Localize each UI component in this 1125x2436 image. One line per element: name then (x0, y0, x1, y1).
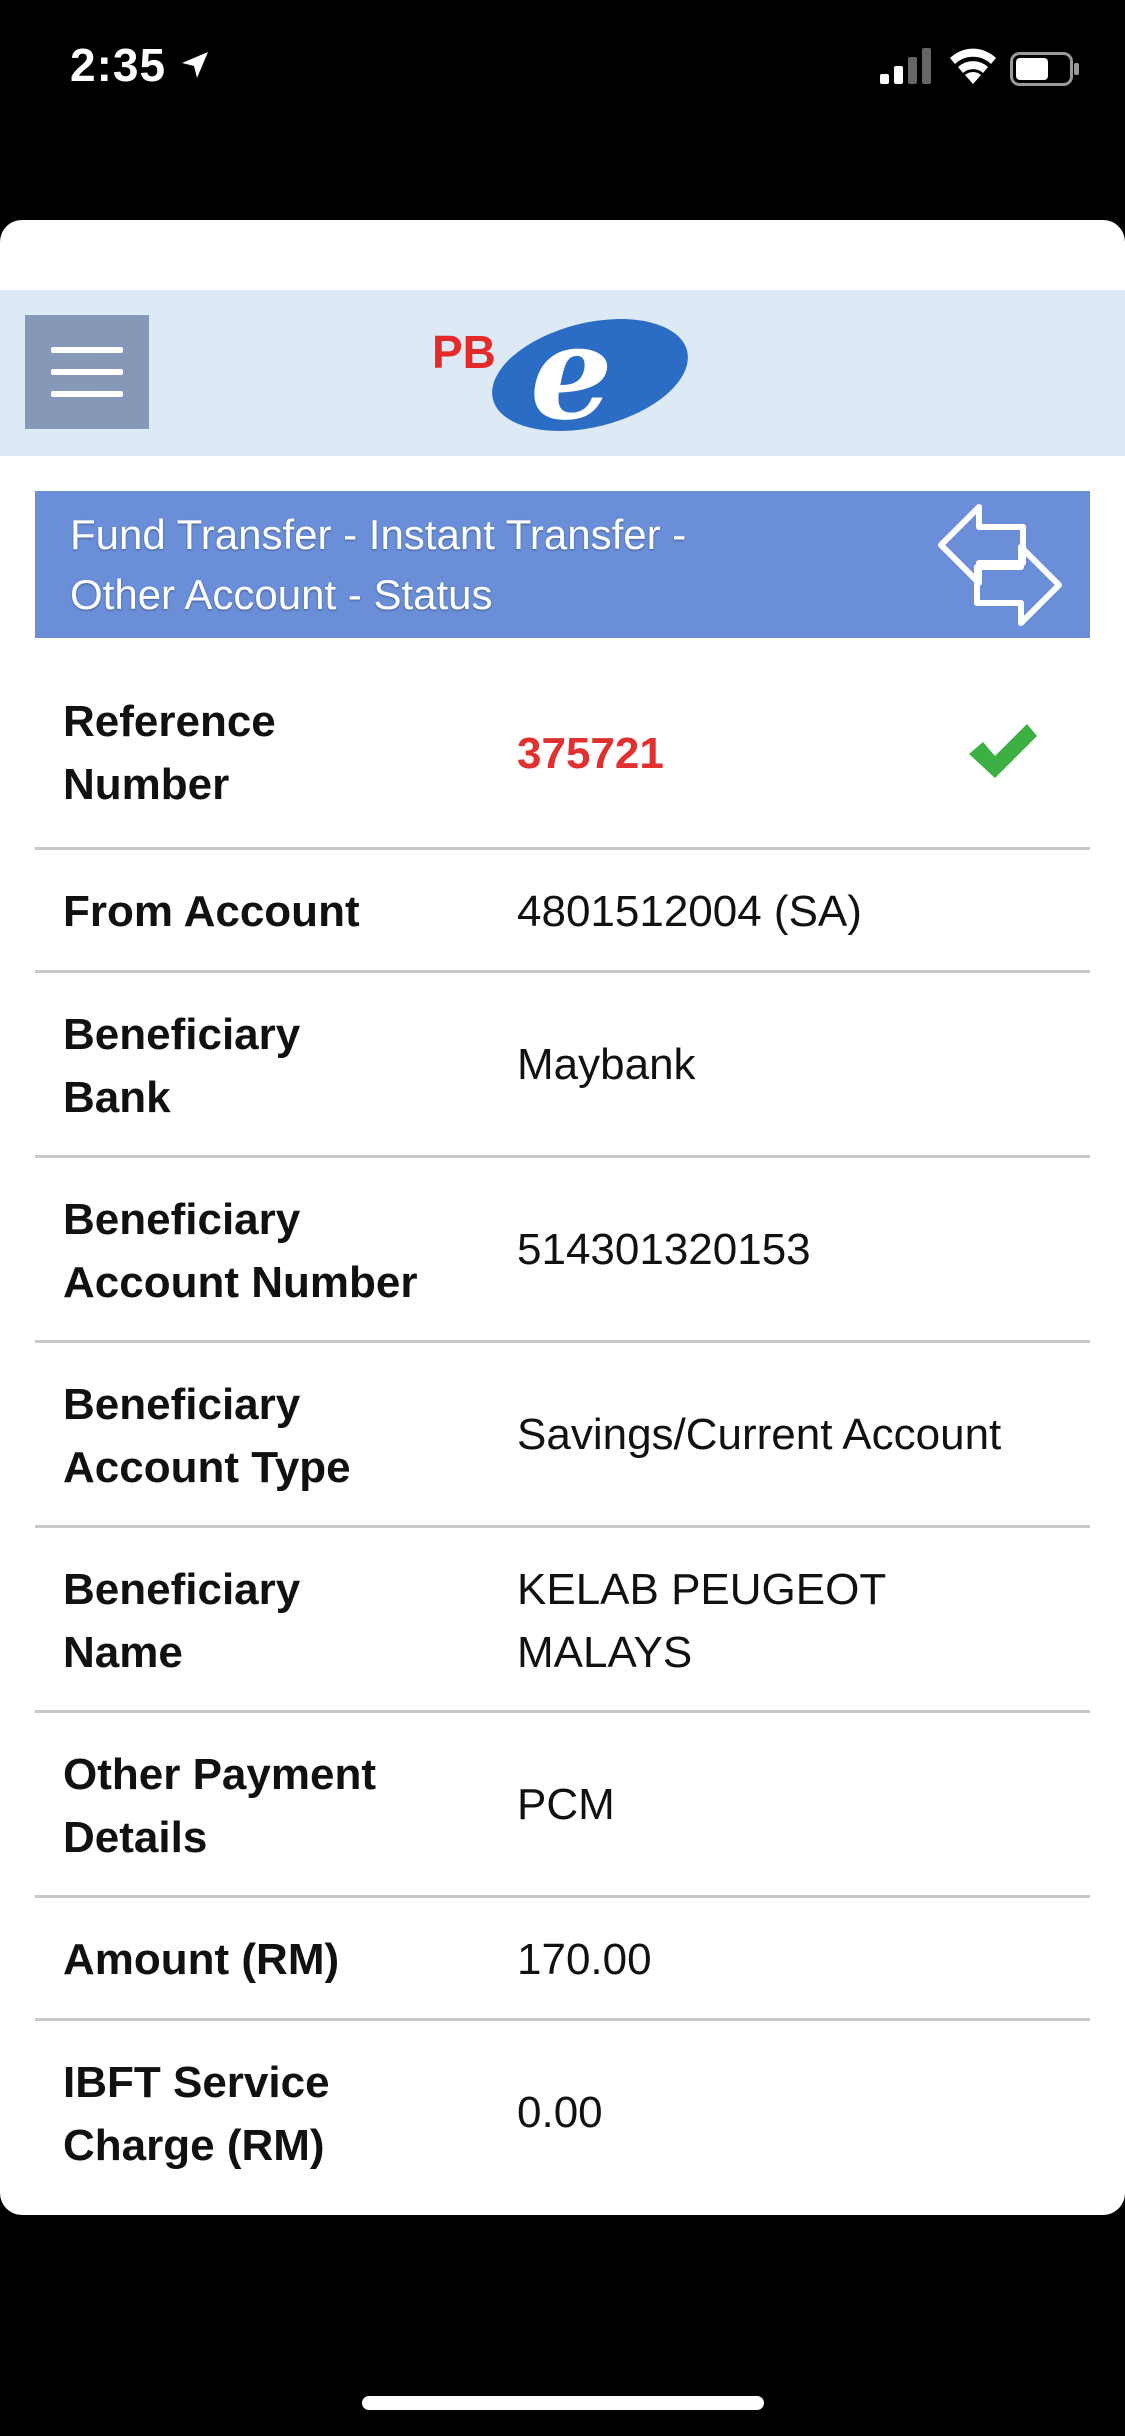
detail-label: Beneficiary Account Type (63, 1380, 351, 1492)
detail-row-beneficiary-name: Beneficiary Name KELAB PEUGEOT MALAYS (35, 1528, 1090, 1713)
detail-value: 4801512004 (SA) (517, 887, 862, 936)
transfer-details: Reference Number 375721 From Account 4801… (35, 660, 1090, 2206)
pbe-logo: PB e (432, 310, 688, 435)
detail-label: Reference Number (63, 697, 276, 809)
wifi-icon (950, 48, 996, 84)
detail-label: Beneficiary Account Number (63, 1195, 418, 1307)
app-header: PB e (0, 290, 1125, 456)
detail-label: Beneficiary Bank (63, 1010, 301, 1122)
detail-label: Beneficiary Name (63, 1565, 301, 1677)
detail-label: From Account (63, 887, 360, 936)
menu-button[interactable] (25, 315, 149, 429)
detail-value: KELAB PEUGEOT MALAYS (517, 1565, 887, 1677)
detail-row-beneficiary-account-type: Beneficiary Account Type Savings/Current … (35, 1343, 1090, 1528)
detail-row-beneficiary-account-number: Beneficiary Account Number 514301320153 (35, 1158, 1090, 1343)
amount-value: 170.00 (517, 1935, 652, 1984)
check-icon (969, 724, 1037, 778)
logo-pb-text: PB (432, 326, 496, 378)
status-time: 2:35 (70, 39, 167, 91)
detail-value: 514301320153 (517, 1225, 811, 1274)
home-indicator[interactable] (362, 2396, 764, 2410)
hamburger-icon-bar (51, 391, 123, 397)
detail-row-from-account: From Account 4801512004 (SA) (35, 850, 1090, 973)
detail-value: PCM (517, 1780, 615, 1829)
logo-e-text: e (530, 310, 613, 435)
detail-label: IBFT Service Charge (RM) (63, 2058, 330, 2170)
transfer-arrows-icon (938, 504, 1062, 626)
page-title-line1: Fund Transfer - Instant Transfer - (70, 511, 687, 558)
page-title-line2: Other Account - Status (70, 571, 493, 618)
page-title: Fund Transfer - Instant Transfer - Other… (70, 505, 770, 625)
battery-icon (1010, 52, 1079, 86)
service-charge-value: 0.00 (517, 2088, 603, 2137)
detail-row-service-charge: IBFT Service Charge (RM) 0.00 (35, 2021, 1090, 2206)
detail-row-amount: Amount (RM) 170.00 (35, 1898, 1090, 2021)
app-sheet: PB e Fund Transfer - Instant Transfer - … (0, 220, 1125, 2215)
detail-value: Maybank (517, 1040, 696, 1089)
detail-label: Other Payment Details (63, 1750, 376, 1862)
hamburger-icon-bar (51, 347, 123, 353)
cellular-signal-icon (880, 48, 931, 84)
detail-value: Savings/Current Account (517, 1410, 1002, 1459)
hamburger-icon-bar (51, 369, 123, 375)
location-arrow-icon (182, 52, 208, 78)
detail-label: Amount (RM) (63, 1935, 340, 1984)
page-title-bar: Fund Transfer - Instant Transfer - Other… (35, 491, 1090, 638)
detail-row-beneficiary-bank: Beneficiary Bank Maybank (35, 973, 1090, 1158)
status-bar: 2:35 (0, 0, 1125, 140)
detail-row-reference-number: Reference Number 375721 (35, 660, 1090, 850)
detail-row-other-payment-details: Other Payment Details PCM (35, 1713, 1090, 1898)
